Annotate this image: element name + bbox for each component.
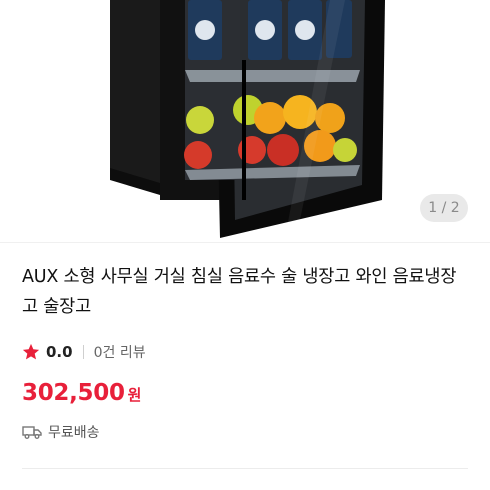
product-title: AUX 소형 사무실 거실 침실 음료수 술 냉장고 와인 음료냉장고 술장고 (22, 267, 457, 317)
shipping-label: 무료배송 (48, 425, 100, 441)
price-amount: 302,500 (22, 380, 125, 406)
rating-score: 0.0 (46, 343, 73, 361)
image-pager: 1 / 2 (420, 194, 468, 222)
price: 302,500 원 (22, 380, 141, 406)
rating-separator (82, 345, 84, 359)
product-image-gallery[interactable]: 1 / 2 (0, 0, 490, 242)
truck-icon (22, 426, 42, 439)
star-icon (22, 343, 40, 360)
review-count-link[interactable]: 0건 리뷰 (94, 342, 146, 362)
price-unit: 원 (127, 386, 142, 404)
product-image (110, 0, 385, 238)
divider (22, 468, 468, 469)
shipping-info: 무료배송 (22, 422, 100, 442)
divider (0, 242, 490, 243)
rating-row[interactable]: 0.0 0건 리뷰 (22, 340, 146, 364)
